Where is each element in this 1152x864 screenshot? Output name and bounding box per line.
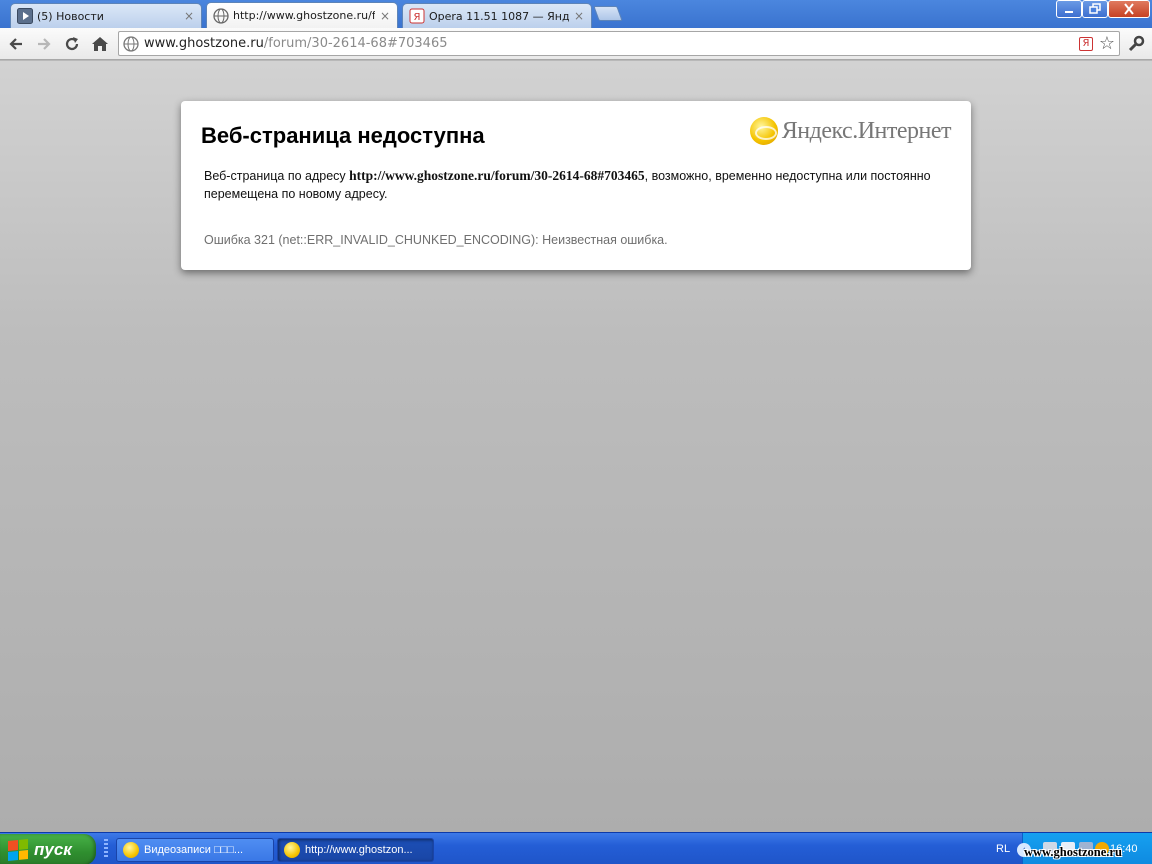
close-window-button[interactable] xyxy=(1108,0,1150,18)
back-button[interactable] xyxy=(4,32,28,56)
taskbar-item-label: http://www.ghostzon... xyxy=(305,844,413,856)
tab-close-icon[interactable]: × xyxy=(379,9,391,23)
new-tab-button[interactable] xyxy=(593,6,623,21)
yandex-internet-logo: Яндекс.Интернет xyxy=(749,117,952,145)
tab-title: http://www.ghostzone.ru/foru xyxy=(233,9,375,22)
tab-yandex[interactable]: Я Opera 11.51 1087 — Яндекс × xyxy=(402,3,592,28)
taskbar: пуск Видеозаписи □□□... http://www.ghost… xyxy=(0,832,1152,864)
tab-title: (5) Новости xyxy=(37,9,104,23)
language-indicator[interactable]: RL xyxy=(996,843,1010,855)
url-text[interactable]: www.ghostzone.ru/forum/30-2614-68#703465 xyxy=(144,36,448,51)
error-description: Веб-страница по адресу http://www.ghostz… xyxy=(204,167,944,203)
error-title: Веб-страница недоступна xyxy=(201,123,485,148)
globe-icon xyxy=(213,7,229,24)
restore-button[interactable] xyxy=(1082,0,1108,18)
reload-button[interactable] xyxy=(60,32,84,56)
page-content: Веб-страница недоступна Яндекс.Интернет … xyxy=(0,61,1152,832)
tab-strip: (5) Новости × http://www.ghostzone.ru/fo… xyxy=(0,0,1152,28)
windows-flag-icon xyxy=(8,838,28,861)
desc-prefix: Веб-страница по адресу xyxy=(204,169,350,183)
logo-text: Яндекс.Интернет xyxy=(781,117,952,144)
error-panel: Веб-страница недоступна Яндекс.Интернет … xyxy=(181,101,971,270)
browser-icon xyxy=(123,842,139,858)
url-path: /forum/30-2614-68#703465 xyxy=(263,36,448,51)
error-url: http://www.ghostzone.ru/forum/30-2614-68… xyxy=(349,168,645,183)
yandex-icon: Я xyxy=(409,8,425,24)
browser-icon xyxy=(284,842,300,858)
error-code: Ошибка 321 (net::ERR_INVALID_CHUNKED_ENC… xyxy=(204,233,668,247)
browser-toolbar: www.ghostzone.ru/forum/30-2614-68#703465… xyxy=(0,28,1152,60)
wrench-icon[interactable] xyxy=(1124,32,1148,56)
home-icon xyxy=(92,37,108,51)
taskbar-grip[interactable] xyxy=(104,839,108,859)
play-icon xyxy=(17,8,33,24)
taskbar-item-ghostzone[interactable]: http://www.ghostzon... xyxy=(277,838,434,862)
back-arrow-icon xyxy=(9,38,22,50)
forward-button[interactable] xyxy=(32,32,56,56)
tab-close-icon[interactable]: × xyxy=(183,9,195,23)
tab-close-icon[interactable]: × xyxy=(573,9,585,23)
taskbar-item-videos[interactable]: Видеозаписи □□□... xyxy=(116,838,274,862)
start-button[interactable]: пуск xyxy=(0,834,96,864)
home-button[interactable] xyxy=(88,32,112,56)
globe-icon xyxy=(123,36,139,52)
url-host: www.ghostzone.ru xyxy=(144,36,264,51)
watermark-text: www.ghostzone.ru xyxy=(1024,845,1122,859)
tab-news[interactable]: (5) Новости × xyxy=(10,3,202,28)
forward-arrow-icon xyxy=(38,38,51,50)
reload-icon xyxy=(65,37,79,51)
start-label: пуск xyxy=(34,839,72,859)
address-bar[interactable]: www.ghostzone.ru/forum/30-2614-68#703465… xyxy=(118,31,1120,56)
svg-text:Я: Я xyxy=(414,12,421,23)
tab-title: Opera 11.51 1087 — Яндекс xyxy=(429,9,569,23)
yandex-icon[interactable]: Я xyxy=(1079,37,1093,51)
bookmark-star-icon[interactable]: ☆ xyxy=(1099,33,1115,54)
yandex-ball-icon xyxy=(749,117,778,145)
minimize-button[interactable] xyxy=(1056,0,1082,18)
tab-ghostzone[interactable]: http://www.ghostzone.ru/foru × xyxy=(206,2,398,28)
taskbar-item-label: Видеозаписи □□□... xyxy=(144,844,244,856)
